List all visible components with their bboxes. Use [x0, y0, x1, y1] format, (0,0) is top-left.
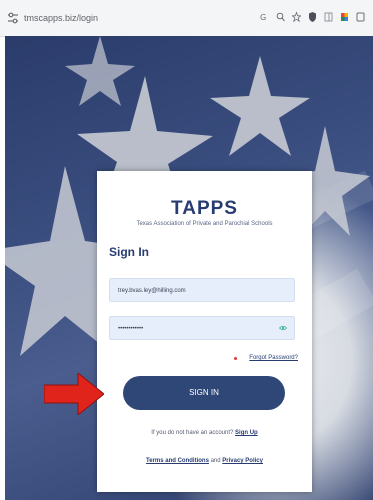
red-arrow-annotation-icon	[44, 373, 104, 415]
page-title: Sign In	[109, 245, 149, 259]
zoom-icon[interactable]	[276, 11, 285, 23]
sign-in-button[interactable]: SIGN IN	[123, 376, 285, 410]
required-indicator-dot	[234, 357, 237, 360]
and-text: and	[210, 458, 221, 464]
no-account-text: If you do not have an account?	[151, 430, 234, 436]
terms-link[interactable]: Terms and Conditions	[146, 458, 209, 464]
organization-name: Texas Association of Private and Parochi…	[136, 221, 273, 227]
url-text[interactable]: tmscapps.biz/login	[24, 13, 98, 23]
login-card: TAPPS Texas Association of Private and P…	[97, 171, 312, 492]
browser-address-bar: tmscapps.biz/login G	[0, 0, 373, 37]
legal-links: Terms and Conditions and Privacy Policy	[97, 458, 312, 464]
password-field[interactable]: ••••••••••••	[109, 316, 295, 340]
password-value: ••••••••••••	[118, 326, 144, 332]
signup-prompt: If you do not have an account? Sign Up	[97, 430, 312, 436]
sign-up-link[interactable]: Sign Up	[235, 430, 258, 436]
show-password-icon[interactable]	[279, 325, 287, 331]
forgot-password-link[interactable]: Forgot Password?	[249, 355, 298, 361]
translate-icon[interactable]: G	[260, 11, 269, 23]
profile-icon[interactable]	[356, 11, 365, 23]
url-field[interactable]: tmscapps.biz/login	[6, 8, 98, 28]
sidebar-icon[interactable]	[324, 11, 333, 23]
email-value: trey.bvas.ley@hilling.com	[118, 288, 186, 294]
email-field[interactable]: trey.bvas.ley@hilling.com	[109, 278, 295, 302]
shield-extension-icon[interactable]	[308, 11, 317, 23]
color-extension-icon[interactable]	[340, 11, 349, 23]
star-icon[interactable]	[292, 11, 301, 23]
privacy-policy-link[interactable]: Privacy Policy	[222, 458, 263, 464]
svg-text:G: G	[260, 13, 266, 22]
site-settings-icon[interactable]	[6, 11, 20, 25]
tapps-logo: TAPPS	[171, 198, 238, 219]
